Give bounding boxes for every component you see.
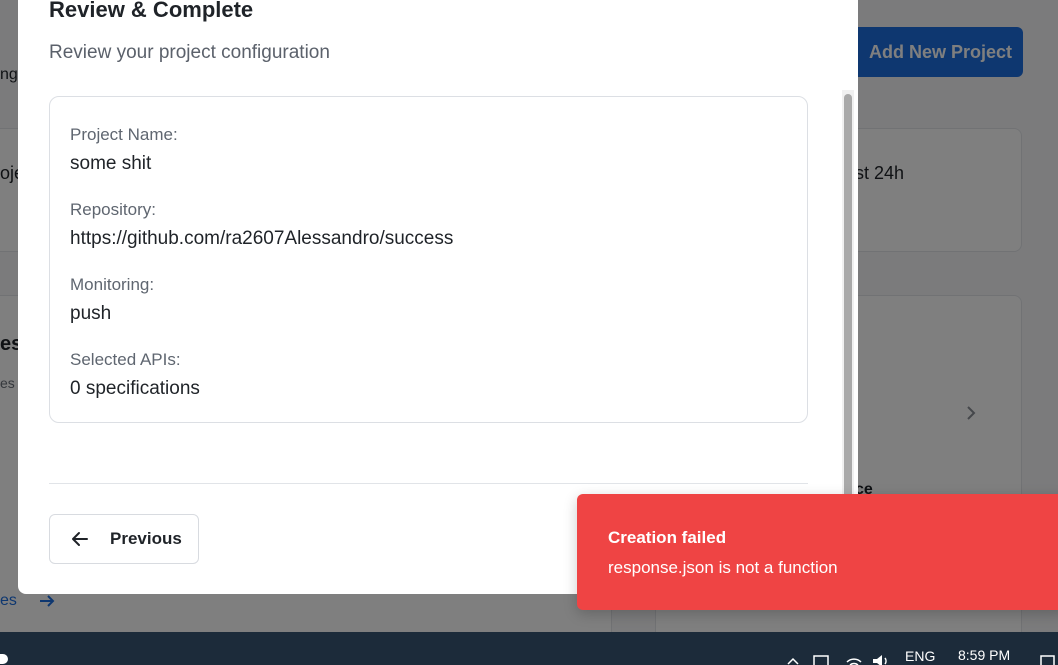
- project-name-label: Project Name:: [70, 125, 178, 144]
- modal-title: Review & Complete: [49, 0, 254, 22]
- start-icon[interactable]: [0, 654, 8, 664]
- arrow-left-icon: [72, 532, 88, 546]
- volume-icon[interactable]: [871, 654, 891, 665]
- battery-icon[interactable]: [813, 654, 831, 665]
- wifi-icon[interactable]: [845, 654, 863, 665]
- monitoring-label: Monitoring:: [70, 275, 155, 294]
- modal-subtitle: Review your project configuration: [49, 42, 330, 63]
- error-toast[interactable]: Creation failed response.json is not a f…: [577, 494, 1058, 610]
- language-indicator[interactable]: ENG: [905, 648, 935, 664]
- repository-value: https://github.com/ra2607Alessandro/succ…: [70, 228, 454, 249]
- modal-footer-divider: [49, 483, 808, 484]
- chevron-up-icon[interactable]: [786, 654, 800, 665]
- toast-message: response.json is not a function: [608, 558, 838, 577]
- configuration-summary-card: Project Name: some shit Repository: http…: [49, 96, 808, 423]
- taskbar: ENG 8:59 PM: [0, 632, 1058, 665]
- selected-apis-value: 0 specifications: [70, 378, 200, 399]
- previous-button[interactable]: Previous: [49, 514, 199, 564]
- monitoring-value: push: [70, 303, 112, 324]
- project-name-value: some shit: [70, 153, 152, 174]
- clock[interactable]: 8:59 PM: [958, 647, 1010, 663]
- toast-title: Creation failed: [608, 528, 727, 547]
- previous-button-label: Previous: [110, 529, 182, 548]
- selected-apis-label: Selected APIs:: [70, 350, 181, 369]
- repository-label: Repository:: [70, 200, 156, 219]
- notification-icon[interactable]: [1040, 654, 1056, 665]
